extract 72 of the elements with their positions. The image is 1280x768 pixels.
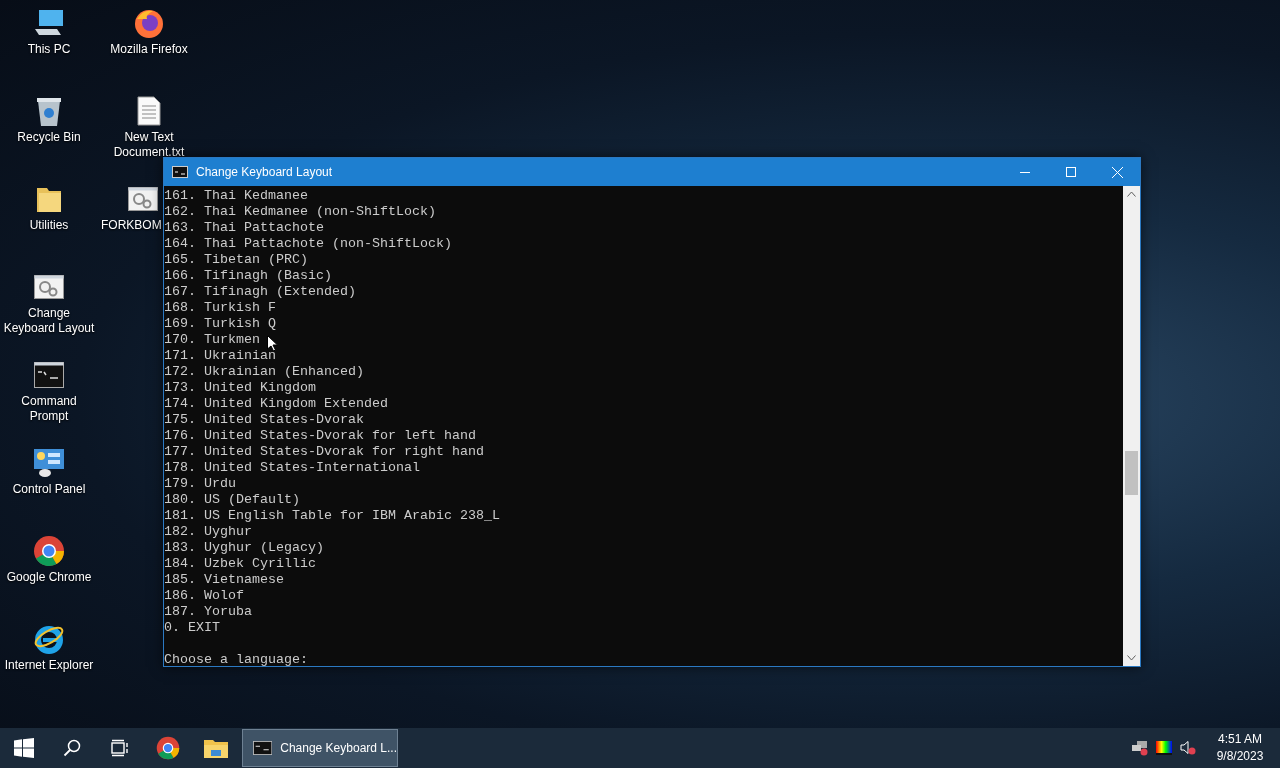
console-line: 181. US English Table for IBM Arabic 238_L [164,508,500,524]
console-line: 174. United Kingdom Extended [164,396,388,412]
console-line: 184. Uzbek Cyrillic [164,556,316,572]
console-line: 182. Uyghur [164,524,252,540]
scroll-up-icon[interactable] [1127,191,1136,197]
console-line: 0. EXIT [164,620,220,636]
taskbar-window-button[interactable]: Change Keyboard L... [242,729,398,767]
console-line: 180. US (Default) [164,492,300,508]
recycle-bin-icon [35,95,63,127]
console-line: 168. Turkish F [164,300,276,316]
desktop-icon-label[interactable]: Internet Explorer [4,658,94,673]
text-file-icon [137,96,161,126]
desktop-icon-label[interactable]: Recycle Bin [17,130,81,145]
console-line: 175. United States-Dvorak [164,412,364,428]
console-line: 165. Tibetan (PRC) [164,252,308,268]
console-line: 170. Turkmen [164,332,260,348]
gears-window-icon [128,187,158,211]
console-line: 187. Yoruba [164,604,252,620]
chrome-icon [156,736,180,760]
console-line: 185. Vietnamese [164,572,284,588]
mouse-pointer-icon [267,335,278,352]
console-line: 183. Uyghur (Legacy) [164,540,324,556]
scroll-down-icon[interactable] [1127,655,1136,661]
console-line: 163. Thai Pattachote [164,220,324,236]
console-line: 162. Thai Kedmanee (non-ShiftLock) [164,204,436,220]
desktop-icon-label[interactable]: New Text Document.txt [101,130,197,160]
console-line: 186. Wolof [164,588,244,604]
console-line: 169. Turkish Q [164,316,276,332]
desktop-icon-label[interactable]: This PC [27,42,71,57]
internet-explorer-icon [33,623,65,655]
scroll-thumb[interactable] [1125,451,1138,495]
desktop-icon-label[interactable]: Utilities [29,218,69,233]
console-line: 176. United States-Dvorak for left hand [164,428,476,444]
console-line: 164. Thai Pattachote (non-ShiftLock) [164,236,452,252]
computer-icon [33,9,65,37]
search-icon[interactable] [63,739,81,757]
console-line: 178. United States-International [164,460,420,476]
scrollbar[interactable] [1123,186,1140,666]
console-icon [172,166,188,178]
close-icon [1111,166,1123,178]
console-prompt: Choose a language: [164,652,308,666]
network-disconnected-icon[interactable] [1132,740,1148,756]
console-line: 161. Thai Kedmanee [164,188,308,204]
volume-muted-icon[interactable] [1180,740,1196,756]
chrome-icon [33,535,65,567]
minimize-icon [1020,171,1030,173]
maximize-icon [1066,167,1076,177]
console-line: 177. United States-Dvorak for right hand [164,444,484,460]
firefox-icon [133,7,165,39]
command-prompt-icon [34,362,64,388]
console-line: 171. Ukrainian [164,348,276,364]
desktop-icon-label[interactable]: Mozilla Firefox [110,42,188,57]
desktop-icon-label[interactable]: Control Panel [12,482,86,497]
desktop-icon-label[interactable]: Change Keyboard Layout [1,306,97,336]
file-explorer-icon[interactable] [204,738,228,758]
window-title: Change Keyboard Layout [196,165,334,179]
console-line: 173. United Kingdom [164,380,316,396]
desktop-icon-label[interactable]: FORKBOM [101,218,162,233]
gears-window-icon [34,275,64,299]
desktop-icon-label[interactable]: Google Chrome [6,570,92,585]
console-line: 179. Urdu [164,476,236,492]
console-line: 167. Tifinagh (Extended) [164,284,356,300]
console-icon [253,740,273,756]
console-line: 166. Tifinagh (Basic) [164,268,332,284]
windows-start-icon[interactable] [14,738,34,758]
clock[interactable]: 4:51 AM 9/8/2023 [1200,731,1280,765]
chrome-taskbar-button[interactable] [156,736,180,760]
desktop-icon-label[interactable]: Command Prompt [1,394,97,424]
task-view-icon[interactable] [111,739,129,757]
display-color-icon[interactable] [1155,740,1173,756]
control-panel-icon [33,448,65,478]
console-line: 172. Ukrainian (Enhanced) [164,364,364,380]
